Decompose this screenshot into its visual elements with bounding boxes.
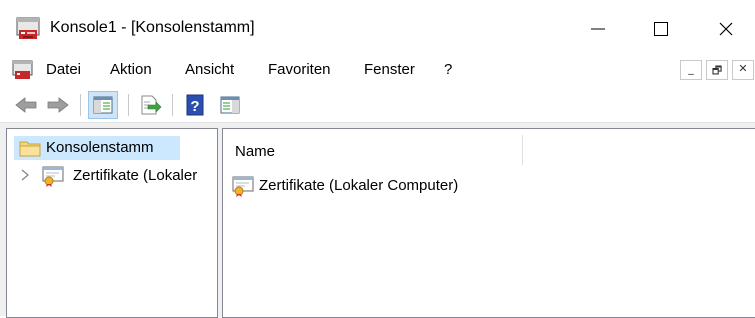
chevron-right-icon[interactable] (19, 168, 31, 182)
back-arrow-icon (15, 97, 37, 113)
menu-aktion[interactable]: Aktion (110, 61, 152, 78)
title-bar: Konsole1 - [Konsolenstamm] (0, 0, 755, 60)
mdi-minimize-button[interactable]: _ (680, 60, 702, 80)
show-hide-console-tree-icon (93, 96, 113, 114)
maximize-icon (654, 22, 668, 36)
menu-fenster[interactable]: Fenster (364, 61, 415, 78)
minimize-icon (591, 28, 605, 30)
window-title: Konsole1 - [Konsolenstamm] (50, 19, 255, 36)
back-button[interactable] (14, 94, 38, 116)
minimize-button[interactable] (575, 10, 621, 48)
forward-button[interactable] (46, 94, 70, 116)
toolbar-separator (172, 94, 173, 116)
show-hide-console-tree-icon-wrap[interactable] (91, 94, 115, 116)
tree-item-label: Konsolenstamm (46, 139, 154, 156)
close-icon (719, 22, 733, 36)
mdi-restore-glyph: 🗗 (711, 64, 723, 77)
mdi-restore-button[interactable]: 🗗 (706, 60, 728, 80)
help-button[interactable]: ? (184, 94, 208, 116)
mdi-minimize-glyph: _ (688, 62, 694, 75)
tree-item-label: Zertifikate (Lokaler (73, 167, 198, 184)
close-button[interactable] (703, 10, 749, 48)
mdi-close-glyph: ✕ (738, 62, 748, 75)
main-content: Konsolenstamm Zertifikate (Lokaler Name (0, 123, 755, 318)
forward-arrow-icon (47, 97, 69, 113)
maximize-button[interactable] (638, 10, 684, 48)
menu-bar: Datei Aktion Ansicht Favoriten Fenster ?… (0, 56, 755, 84)
mdi-close-button[interactable]: ✕ (732, 60, 754, 80)
column-header-label: Name (235, 143, 276, 160)
export-list-icon (141, 95, 162, 115)
column-divider[interactable] (522, 135, 523, 165)
help-icon: ? (186, 94, 204, 116)
list-item-label: Zertifikate (Lokaler Computer) (259, 177, 459, 194)
export-list-button[interactable] (138, 94, 162, 116)
certificate-icon (232, 176, 254, 197)
toolbar-separator (128, 94, 129, 116)
folder-icon (19, 141, 41, 157)
console-tree-pane[interactable]: Konsolenstamm Zertifikate (Lokaler (6, 128, 218, 318)
column-header-name[interactable]: Name (223, 129, 523, 165)
menu-datei[interactable]: Datei (46, 61, 81, 78)
mmc-console-icon[interactable] (11, 59, 35, 81)
show-hide-action-pane-icon (220, 96, 240, 114)
show-hide-action-pane-button[interactable] (218, 94, 242, 116)
svg-text:?: ? (190, 98, 199, 115)
certificate-icon (42, 166, 64, 187)
toolbar-separator (80, 94, 81, 116)
menu-favoriten[interactable]: Favoriten (268, 61, 331, 78)
mmc-console-icon (16, 17, 40, 39)
result-list-pane[interactable]: Name Zertifikate (Lokaler Computer) (222, 128, 755, 318)
menu-ansicht[interactable]: Ansicht (185, 61, 234, 78)
menu-help[interactable]: ? (444, 61, 452, 78)
toolbar: ? (0, 86, 755, 123)
